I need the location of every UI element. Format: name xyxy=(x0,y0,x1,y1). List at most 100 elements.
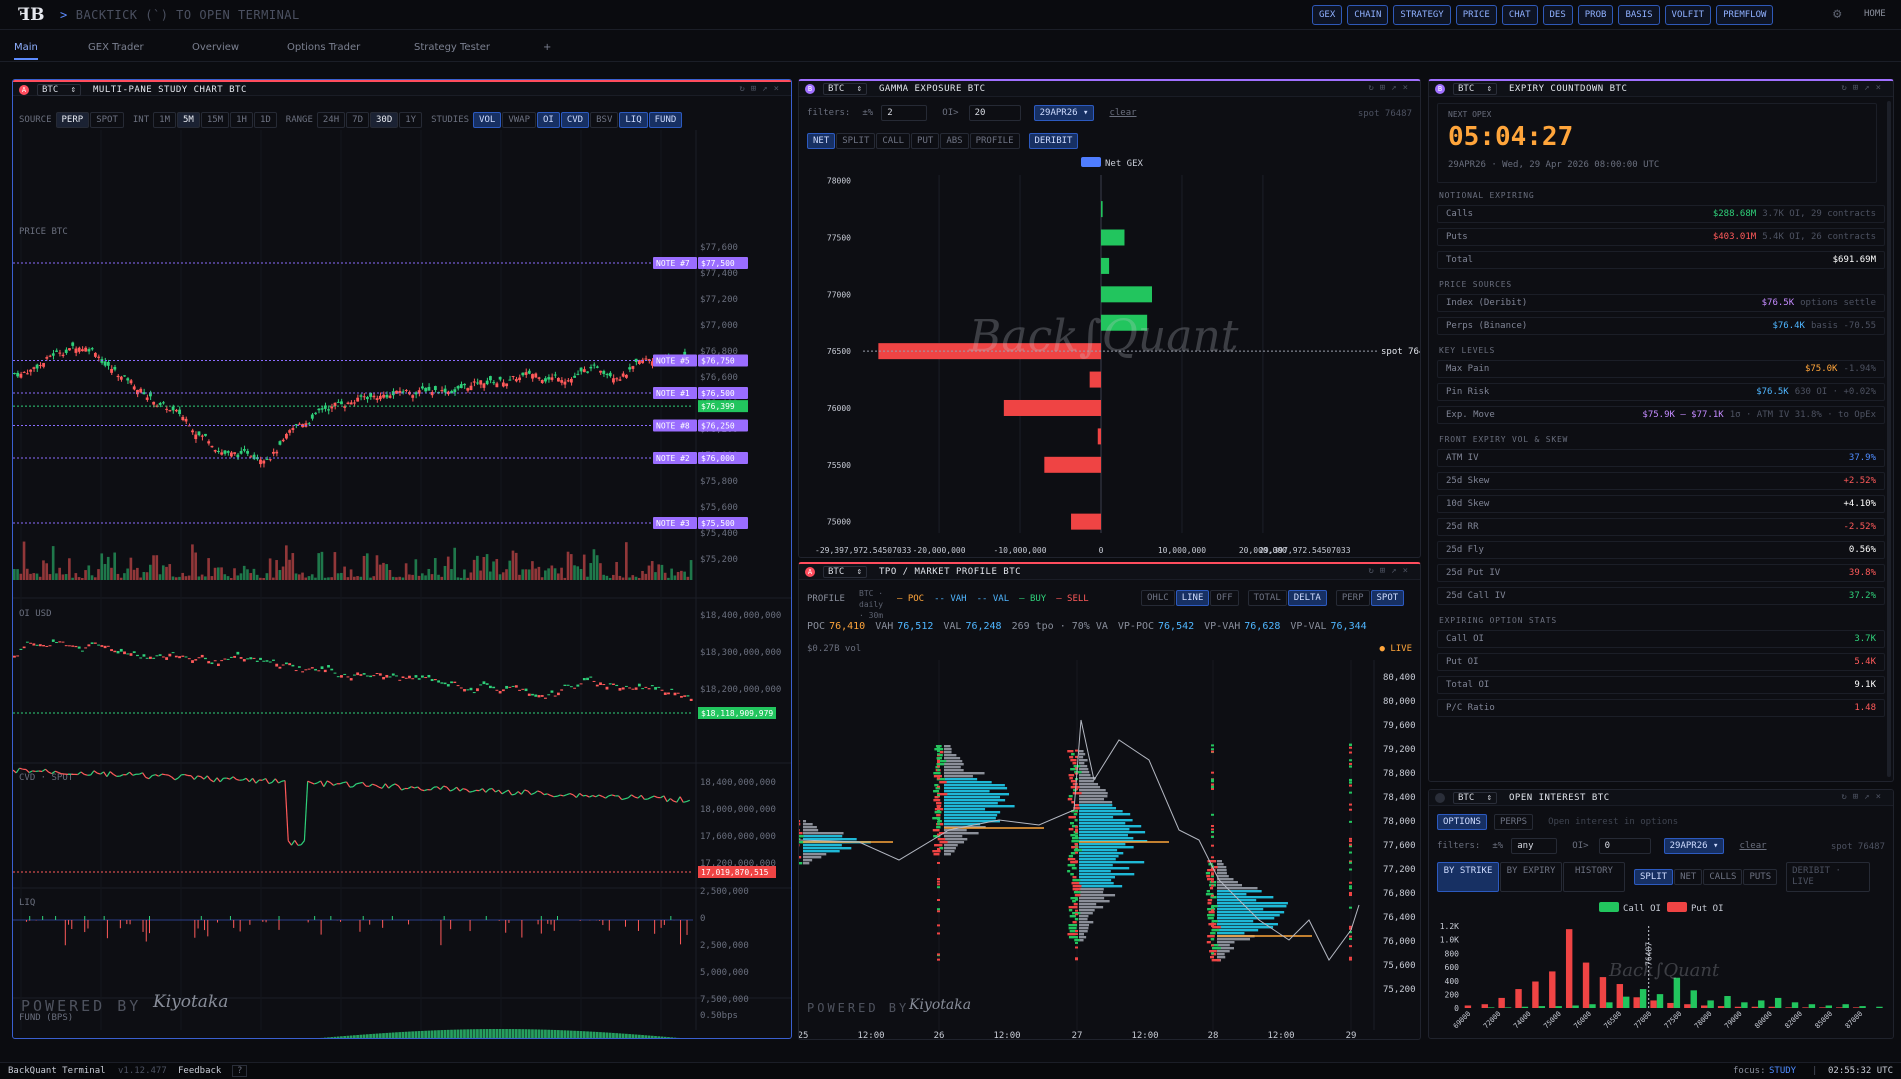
put-oi-bar[interactable] xyxy=(1768,1006,1775,1008)
tab-main[interactable]: Main xyxy=(14,42,38,60)
note-marker[interactable]: NOTE #7 $77,500 xyxy=(653,257,748,269)
gex-bar[interactable] xyxy=(1089,371,1101,388)
gex-bar[interactable] xyxy=(1044,456,1101,473)
gex-mode-net-button[interactable]: NET xyxy=(807,133,836,149)
put-oi-bar[interactable] xyxy=(1836,1007,1843,1008)
expiry-select[interactable]: 29APR26 ▾ xyxy=(1663,838,1725,854)
tab-options-trader[interactable]: Options Trader xyxy=(287,42,360,53)
put-oi-bar[interactable] xyxy=(1464,1005,1472,1008)
gex-bar[interactable] xyxy=(1101,201,1103,218)
note-marker[interactable]: NOTE #3 $75,500 xyxy=(653,517,748,529)
tab-options[interactable]: OPTIONS xyxy=(1437,814,1487,830)
call-oi-bar[interactable] xyxy=(1673,977,1681,1008)
put-oi-bar[interactable] xyxy=(1701,1005,1708,1008)
tpo-perp-button[interactable]: PERP xyxy=(1335,590,1370,606)
cmd-basis-button[interactable]: BASIS xyxy=(1618,5,1660,25)
symbol-select[interactable]: BTC ⇕ xyxy=(1453,83,1497,95)
gex-mode-profile-button[interactable]: PROFILE xyxy=(969,133,1020,149)
study-bsv-toggle[interactable]: BSV xyxy=(590,112,619,128)
tpo-line-button[interactable]: LINE xyxy=(1175,590,1210,606)
call-oi-bar[interactable] xyxy=(1589,1004,1596,1008)
clear-link[interactable]: clear xyxy=(1109,108,1136,118)
put-oi-bar[interactable] xyxy=(1785,1007,1792,1008)
symbol-select[interactable]: BTC ⇕ xyxy=(823,83,867,95)
call-oi-bar[interactable] xyxy=(1572,1005,1579,1008)
put-oi-bar[interactable] xyxy=(1549,971,1556,1008)
call-oi-bar[interactable] xyxy=(1842,1004,1849,1008)
oi-min-input[interactable]: 20 xyxy=(968,105,1021,121)
note-marker[interactable]: NOTE #5 $76,750 xyxy=(653,354,748,367)
put-oi-bar[interactable] xyxy=(1802,1007,1809,1008)
gex-mode-put-button[interactable]: PUT xyxy=(911,133,940,149)
call-oi-bar[interactable] xyxy=(1521,1006,1529,1008)
call-oi-bar[interactable] xyxy=(1791,1002,1799,1008)
source-spot-button[interactable]: SPOT xyxy=(90,112,124,128)
help-button[interactable]: ? xyxy=(232,1065,248,1077)
cmd-chain-button[interactable]: CHAIN xyxy=(1347,5,1389,25)
oi-min-input[interactable]: 0 xyxy=(1598,838,1651,854)
put-oi-bar[interactable] xyxy=(1498,997,1505,1008)
oi-mode-calls-button[interactable]: CALLS xyxy=(1703,869,1743,885)
interval-1d-button[interactable]: 1D xyxy=(253,112,277,128)
cmd-des-button[interactable]: DES xyxy=(1542,5,1573,25)
tpo-delta-button[interactable]: DELTA xyxy=(1287,590,1327,606)
call-oi-bar[interactable] xyxy=(1808,1004,1816,1008)
interval-1h-button[interactable]: 1H xyxy=(230,112,253,128)
backquant-logo[interactable]: ꟻB xyxy=(18,5,44,25)
range-7d-button[interactable]: 7D xyxy=(346,112,369,128)
put-oi-bar[interactable] xyxy=(1852,1007,1860,1008)
link-dot-icon[interactable]: A xyxy=(805,567,815,577)
cmd-prob-button[interactable]: PROB xyxy=(1577,5,1614,25)
study-vwap-toggle[interactable]: VWAP xyxy=(502,112,536,128)
study-oi-toggle[interactable]: OI xyxy=(537,112,560,128)
tab-strategy-tester[interactable]: Strategy Tester xyxy=(414,42,490,53)
call-oi-bar[interactable] xyxy=(1538,1006,1546,1008)
put-oi-bar[interactable] xyxy=(1565,929,1573,1008)
gex-bar[interactable] xyxy=(1071,513,1101,530)
gex-mode-call-button[interactable]: CALL xyxy=(876,133,911,149)
put-oi-bar[interactable] xyxy=(1684,1004,1691,1008)
put-oi-bar[interactable] xyxy=(1599,977,1607,1008)
oi-view-by-strike-button[interactable]: BY STRIKE xyxy=(1437,862,1499,892)
call-oi-bar[interactable] xyxy=(1555,1006,1562,1008)
put-oi-bar[interactable] xyxy=(1667,1002,1674,1008)
put-oi-bar[interactable] xyxy=(1616,984,1624,1008)
cmd-gex-button[interactable]: GEX xyxy=(1312,5,1343,25)
cmd-volfit-button[interactable]: VOLFIT xyxy=(1664,5,1712,25)
cmd-strategy-button[interactable]: STRATEGY xyxy=(1393,5,1451,25)
put-oi-bar[interactable] xyxy=(1481,1004,1488,1008)
study-liq-toggle[interactable]: LIQ xyxy=(619,112,648,128)
tpo-off-button[interactable]: OFF xyxy=(1210,590,1239,606)
interval-15m-button[interactable]: 15M xyxy=(200,112,230,128)
oi-mode-puts-button[interactable]: PUTS xyxy=(1743,869,1778,885)
cmd-chat-button[interactable]: CHAT xyxy=(1501,5,1538,25)
oi-view-by-expiry-button[interactable]: BY EXPIRY xyxy=(1500,862,1562,892)
cmd-price-button[interactable]: PRICE xyxy=(1455,5,1497,25)
call-oi-bar[interactable] xyxy=(1606,1002,1613,1008)
symbol-select[interactable]: BTC ⇕ xyxy=(37,84,81,96)
expiry-select[interactable]: 29APR26 ▾ xyxy=(1033,105,1095,121)
source-perp-button[interactable]: PERP xyxy=(55,112,90,128)
call-oi-bar[interactable] xyxy=(1774,997,1782,1008)
tpo-total-button[interactable]: TOTAL xyxy=(1247,590,1287,606)
gex-bar[interactable] xyxy=(1101,229,1125,246)
scrollbar[interactable] xyxy=(1887,101,1891,777)
symbol-select[interactable]: BTC ⇕ xyxy=(823,566,867,578)
call-oi-bar[interactable] xyxy=(1724,996,1731,1008)
call-oi-bar[interactable] xyxy=(1487,1007,1495,1008)
oi-view-history-button[interactable]: HISTORY xyxy=(1563,862,1625,892)
range-1y-button[interactable]: 1Y xyxy=(399,112,423,128)
tpo-ohlc-button[interactable]: OHLC xyxy=(1141,590,1175,606)
call-oi-bar[interactable] xyxy=(1504,1007,1512,1008)
oi-chart[interactable]: Call OI Put OI1.2K1.0K800600400200076487B… xyxy=(1429,896,1894,1039)
put-oi-bar[interactable] xyxy=(1751,1006,1759,1008)
interval-5m-button[interactable]: 5M xyxy=(177,112,200,128)
terminal-hint[interactable]: > BACKTICK (`) TO OPEN TERMINAL xyxy=(60,8,300,22)
home-button[interactable]: HOME xyxy=(1864,9,1886,19)
oi-mode-net-button[interactable]: NET xyxy=(1674,869,1703,885)
gex-chart[interactable]: Net GEX 78000 77500 77000 76500 76000 75500 750… xyxy=(799,153,1421,558)
note-marker[interactable]: NOTE #1 $76,500 xyxy=(653,387,748,399)
clear-link[interactable]: clear xyxy=(1739,841,1766,851)
tpo-spot-button[interactable]: SPOT xyxy=(1370,590,1405,606)
tab-overview[interactable]: Overview xyxy=(192,42,239,53)
